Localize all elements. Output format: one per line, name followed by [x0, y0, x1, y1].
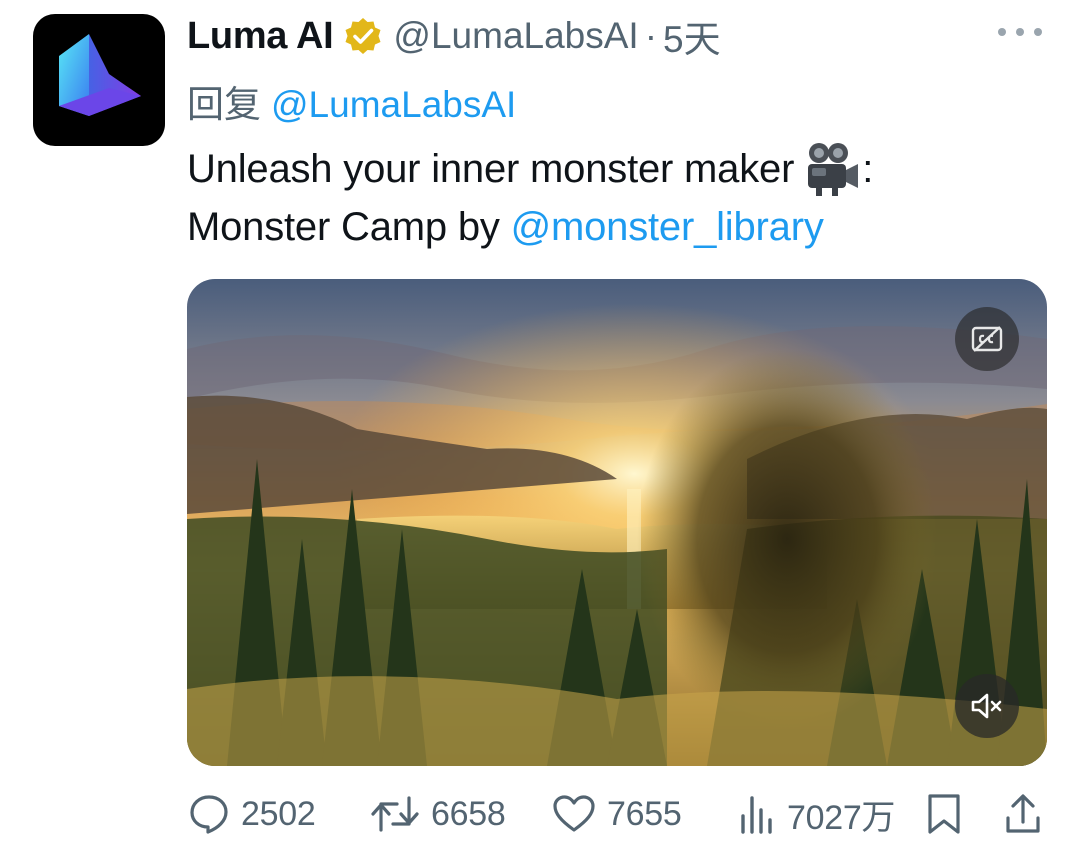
closed-captions-off-icon — [971, 326, 1003, 352]
muted-speaker-icon — [971, 693, 1002, 719]
view-count: 7027万 — [787, 798, 896, 837]
reply-icon — [190, 795, 228, 834]
display-name[interactable]: Luma AI — [187, 15, 334, 58]
like-button[interactable]: 7655 — [551, 786, 682, 842]
more-dot-icon — [1016, 28, 1024, 36]
replying-to: 回复 @LumaLabsAI — [187, 74, 516, 128]
captions-button[interactable] — [955, 307, 1019, 371]
tweet-text-part: Monster Camp by — [187, 205, 511, 249]
like-count: 7655 — [607, 794, 682, 833]
reply-button[interactable]: 2502 — [187, 786, 316, 842]
tweet-header: Luma AI @LumaLabsAI · 5天 — [187, 9, 721, 63]
reply-count: 2502 — [241, 794, 316, 833]
bookmark-icon — [928, 794, 960, 834]
bookmark-button[interactable] — [925, 786, 963, 842]
more-options-button[interactable] — [998, 22, 1042, 42]
video-player[interactable] — [187, 279, 1047, 766]
separator-dot: · — [644, 15, 658, 56]
heart-icon — [553, 795, 595, 832]
share-button[interactable] — [1003, 786, 1043, 842]
tweet-text-line-2: Monster Camp by @monster_library — [187, 198, 1027, 256]
tweet-text-line-1: Unleash your inner monster maker : — [187, 140, 1027, 198]
share-icon — [1006, 794, 1040, 833]
avatar[interactable] — [33, 14, 165, 146]
video-frame — [187, 279, 1047, 766]
tweet-text-part: : — [862, 147, 874, 191]
views-button[interactable]: 7027万 — [737, 786, 895, 842]
retweet-count: 6658 — [431, 794, 506, 833]
tweet-text-part: Unleash your inner monster maker — [187, 147, 795, 191]
retweet-icon — [371, 796, 419, 832]
retweet-button[interactable]: 6658 — [369, 786, 506, 842]
tweet-text: Unleash your inner monster maker : Monst… — [187, 140, 1027, 256]
movie-camera-icon — [802, 140, 862, 198]
more-dot-icon — [998, 28, 1006, 36]
unmute-button[interactable] — [955, 674, 1019, 738]
handle[interactable]: @LumaLabsAI — [393, 15, 638, 57]
reply-prefix: 回复 — [187, 84, 261, 125]
verified-badge-icon[interactable] — [343, 16, 383, 56]
tweet-actions: 2502 6658 7655 7027万 — [187, 786, 1049, 842]
reply-to-mention[interactable]: @LumaLabsAI — [271, 84, 516, 125]
analytics-icon — [741, 796, 772, 834]
monster-library-mention[interactable]: @monster_library — [511, 205, 824, 249]
tweet-card[interactable]: Luma AI @LumaLabsAI · 5天 回复 @LumaLabsAI U… — [0, 0, 1080, 855]
luma-logo-icon — [59, 34, 141, 116]
timestamp[interactable]: 5天 — [663, 9, 721, 63]
more-dot-icon — [1034, 28, 1042, 36]
